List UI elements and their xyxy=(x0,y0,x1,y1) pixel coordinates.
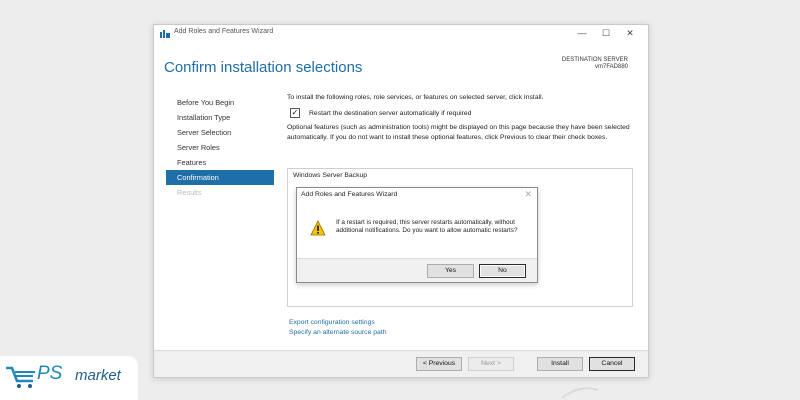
destination-server: DESTINATION SERVER vm7FAD880 xyxy=(562,57,628,71)
nav-item-server-selection[interactable]: Server Selection xyxy=(166,125,274,140)
dialog-close-icon[interactable]: ✕ xyxy=(524,189,532,200)
nav-item-features[interactable]: Features xyxy=(166,155,274,170)
minimize-icon[interactable]: — xyxy=(570,26,594,41)
vps-market-logo: PS market xyxy=(0,356,138,400)
restart-option[interactable]: ✓ Restart the destination server automat… xyxy=(287,108,637,118)
wizard-footer: < Previous Next > Install Cancel xyxy=(154,350,648,377)
dialog-title: Add Roles and Features Wizard xyxy=(301,191,398,198)
warning-icon xyxy=(310,220,326,236)
nav-item-before-you-begin[interactable]: Before You Begin xyxy=(166,95,274,110)
restart-confirm-dialog: Add Roles and Features Wizard ✕ If a res… xyxy=(296,187,538,283)
content-area: To install the following roles, role ser… xyxy=(287,94,637,143)
install-button[interactable]: Install xyxy=(537,357,583,371)
links-area: Export configuration settings Specify an… xyxy=(289,318,386,338)
decorative-arc xyxy=(561,387,599,399)
page-title: Confirm installation selections xyxy=(164,59,363,76)
server-manager-icon xyxy=(160,30,170,38)
dialog-footer: Yes No xyxy=(297,258,537,282)
title-bar: Add Roles and Features Wizard — ☐ ✕ xyxy=(154,25,648,42)
nav-item-server-roles[interactable]: Server Roles xyxy=(166,140,274,155)
no-button[interactable]: No xyxy=(479,264,526,278)
cancel-button[interactable]: Cancel xyxy=(589,357,635,371)
nav-item-installation-type[interactable]: Installation Type xyxy=(166,110,274,125)
cart-icon xyxy=(6,366,35,388)
export-settings-link[interactable]: Export configuration settings xyxy=(289,318,386,328)
restart-checkbox-label[interactable]: Restart the destination server automatic… xyxy=(309,110,471,117)
destination-server-value: vm7FAD880 xyxy=(594,64,628,70)
wizard-window: Add Roles and Features Wizard — ☐ ✕ Conf… xyxy=(153,24,649,378)
next-button: Next > xyxy=(468,357,514,371)
previous-button[interactable]: < Previous xyxy=(416,357,462,371)
wizard-nav: Before You Begin Installation Type Serve… xyxy=(166,95,274,200)
nav-item-results: Results xyxy=(177,188,202,197)
logo-ps-text: PS xyxy=(37,363,63,384)
maximize-icon[interactable]: ☐ xyxy=(594,26,618,41)
logo-market-text: market xyxy=(75,367,121,384)
close-icon[interactable]: ✕ xyxy=(618,26,642,41)
yes-button[interactable]: Yes xyxy=(427,264,474,278)
alternate-source-link[interactable]: Specify an alternate source path xyxy=(289,328,386,338)
window-title: Add Roles and Features Wizard xyxy=(174,28,274,35)
list-item: Windows Server Backup xyxy=(293,172,368,179)
destination-server-label: DESTINATION SERVER xyxy=(561,57,628,63)
optional-features-text: Optional features (such as administratio… xyxy=(287,124,630,141)
intro-text: To install the following roles, role ser… xyxy=(287,94,544,101)
dialog-message: If a restart is required, this server re… xyxy=(336,219,518,234)
restart-checkbox[interactable]: ✓ xyxy=(290,108,300,118)
nav-item-confirmation[interactable]: Confirmation xyxy=(166,170,274,185)
screen: { "window": { "title": "Add Roles and Fe… xyxy=(0,0,800,400)
